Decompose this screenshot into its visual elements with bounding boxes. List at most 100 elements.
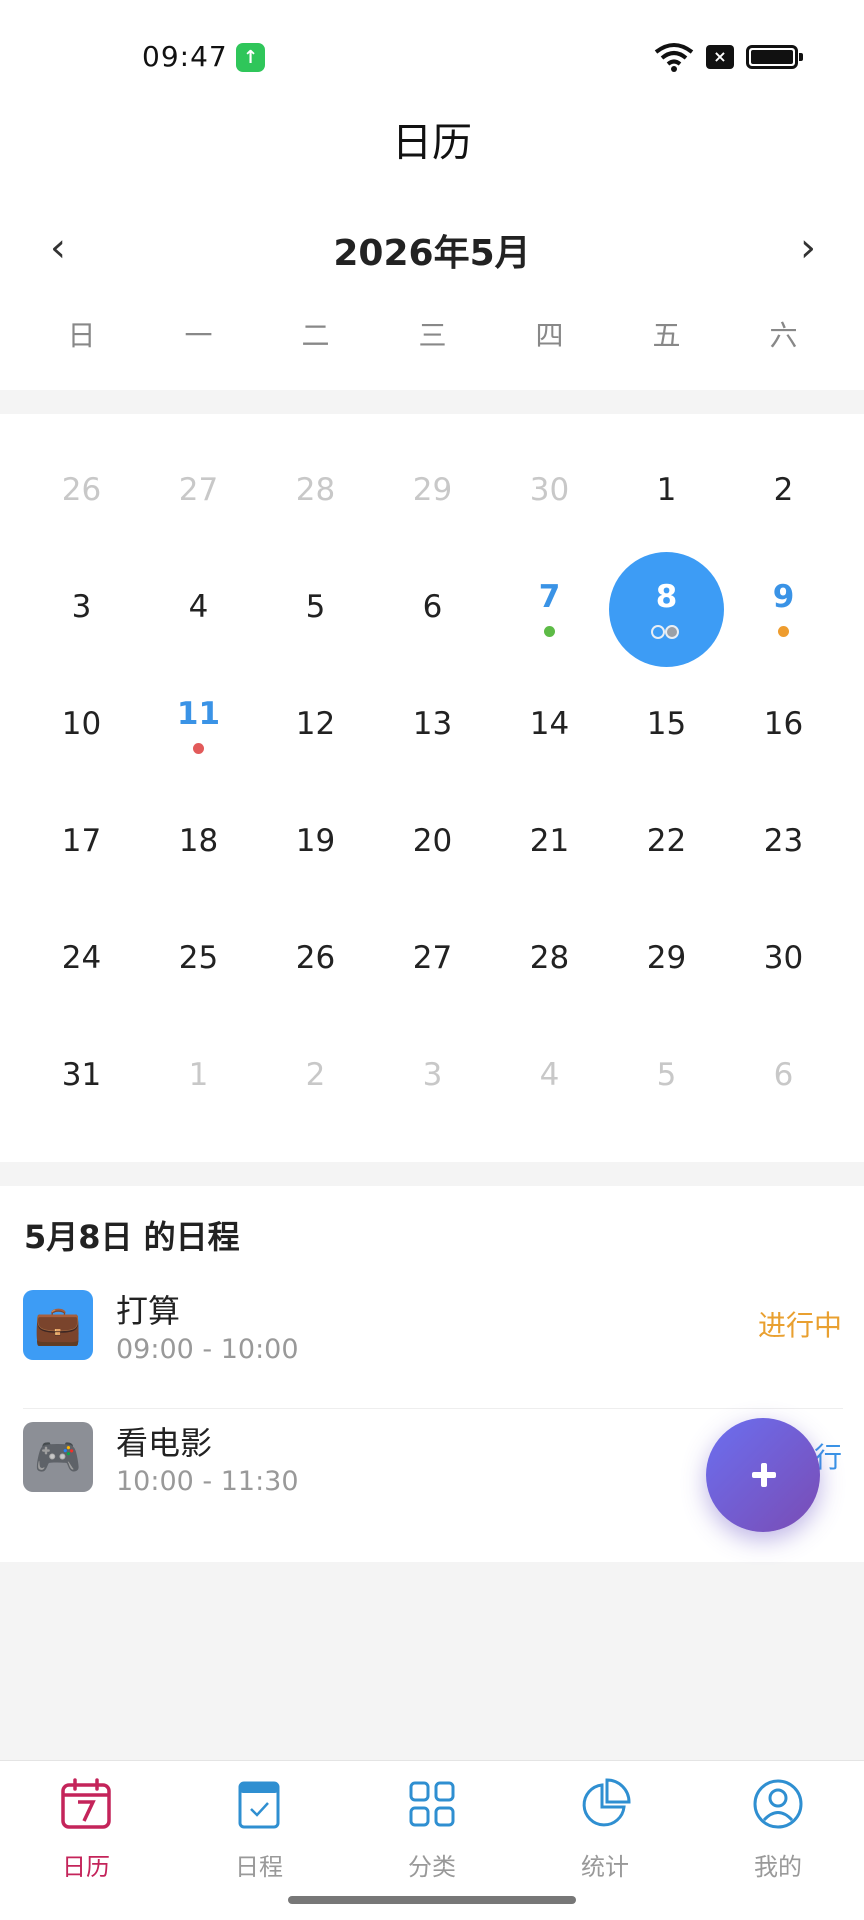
calendar-day[interactable]: 20 <box>374 785 491 902</box>
schedule-title: 5月8日 的日程 <box>24 1218 240 1256</box>
event-dot <box>193 743 204 754</box>
status-bar: 09:47 × <box>0 0 864 110</box>
calendar-day[interactable]: 3 <box>374 1019 491 1136</box>
day-number: 11 <box>176 696 221 732</box>
calendar-day[interactable]: 24 <box>23 902 140 1019</box>
day-number: 18 <box>178 823 219 859</box>
calendar-day[interactable]: 2 <box>257 1019 374 1136</box>
calendar-day[interactable]: 31 <box>23 1019 140 1136</box>
day-number: 16 <box>763 706 804 742</box>
calendar-day[interactable]: 23 <box>725 785 842 902</box>
day-number: 26 <box>295 940 336 976</box>
calendar-day[interactable]: 21 <box>491 785 608 902</box>
event-time: 09:00 - 10:00 <box>116 1334 299 1365</box>
day-number: 28 <box>295 472 336 508</box>
event-dot <box>651 625 665 639</box>
calendar-day[interactable]: 5 <box>257 551 374 668</box>
day-number: 15 <box>646 706 687 742</box>
calendar-day[interactable]: 27 <box>140 434 257 551</box>
calendar-day[interactable]: 15 <box>608 668 725 785</box>
calendar-day[interactable]: 29 <box>608 902 725 1019</box>
event-dot <box>665 625 679 639</box>
calendar-day[interactable]: 1 <box>140 1019 257 1136</box>
day-number: 13 <box>412 706 453 742</box>
upload-app-icon <box>236 43 265 72</box>
tab-profile[interactable]: 我的 <box>718 1777 838 1887</box>
day-number: 29 <box>646 940 687 976</box>
calendar-grid: 26 27 28 29 30 1 2 3 4 5 6 7 8 9 10 11 12 13 14 15 16 17 18 19 2… <box>0 414 864 1162</box>
calendar-day[interactable]: 28 <box>257 434 374 551</box>
calendar-day[interactable]: 26 <box>257 902 374 1019</box>
event-title: 看电影 <box>116 1424 213 1462</box>
game-controller-icon: 🎮 <box>23 1422 93 1492</box>
calendar-day[interactable]: 17 <box>23 785 140 902</box>
calendar-day[interactable]: 7 <box>491 551 608 668</box>
calendar-day[interactable]: 22 <box>608 785 725 902</box>
calendar-week-row: 26 27 28 29 30 1 2 <box>23 434 843 551</box>
calendar-day[interactable]: 4 <box>140 551 257 668</box>
calendar-day[interactable]: 30 <box>491 434 608 551</box>
wifi-icon <box>654 43 694 72</box>
day-number: 5 <box>656 1057 677 1093</box>
day-number: 19 <box>295 823 336 859</box>
day-number: 2 <box>773 472 794 508</box>
briefcase-icon: 💼 <box>23 1290 93 1360</box>
tab-label: 统计 <box>581 1853 629 1881</box>
weekday-label: 二 <box>301 319 330 352</box>
tab-category[interactable]: 分类 <box>372 1777 492 1887</box>
calendar-day[interactable]: 28 <box>491 902 608 1019</box>
calendar-day[interactable]: 19 <box>257 785 374 902</box>
calendar-day[interactable]: 5 <box>608 1019 725 1136</box>
weekday-label: 三 <box>418 319 447 352</box>
calendar-day[interactable]: 29 <box>374 434 491 551</box>
calendar-day[interactable]: 14 <box>491 668 608 785</box>
calendar-day[interactable]: 30 <box>725 902 842 1019</box>
calendar-day[interactable]: 2 <box>725 434 842 551</box>
screen: 09:47 × 日历 ‹ 2026年5月 › 日 一 二 三 四 五 六 262… <box>0 0 864 1920</box>
day-number: 10 <box>61 706 102 742</box>
add-event-button[interactable] <box>706 1418 820 1532</box>
calendar-day[interactable]: 25 <box>140 902 257 1019</box>
calendar-day[interactable]: 26 <box>23 434 140 551</box>
calendar-day[interactable]: 27 <box>374 902 491 1019</box>
event-dots <box>651 625 683 639</box>
tab-label: 分类 <box>408 1853 456 1881</box>
day-number: 28 <box>529 940 570 976</box>
page-title: 日历 <box>392 120 472 166</box>
weekday-label: 六 <box>769 319 798 352</box>
tab-schedule[interactable]: 日程 <box>199 1777 319 1887</box>
tab-label: 我的 <box>754 1853 802 1881</box>
calendar-day[interactable]: 18 <box>140 785 257 902</box>
day-number: 4 <box>539 1057 560 1093</box>
calendar-day[interactable]: 12 <box>257 668 374 785</box>
calendar-day-selected[interactable]: 8 <box>608 551 725 668</box>
calendar-day[interactable]: 13 <box>374 668 491 785</box>
calendar-day[interactable]: 6 <box>374 551 491 668</box>
tab-calendar[interactable]: 日历 <box>26 1777 146 1887</box>
calendar-day[interactable]: 3 <box>23 551 140 668</box>
calendar-day[interactable]: 10 <box>23 668 140 785</box>
day-number: 23 <box>763 823 804 859</box>
event-item[interactable]: 💼 打算 09:00 - 10:00 进行中 <box>0 1266 864 1394</box>
status-time: 09:47 <box>142 40 228 73</box>
weekday-row: 日 一 二 三 四 五 六 <box>23 314 843 364</box>
calendar-day[interactable]: 1 <box>608 434 725 551</box>
tab-statistics[interactable]: 统计 <box>545 1777 665 1887</box>
next-month-button[interactable]: › <box>778 218 838 278</box>
day-number: 24 <box>61 940 102 976</box>
calendar-day[interactable]: 4 <box>491 1019 608 1136</box>
day-number: 4 <box>188 589 209 625</box>
clipboard-icon <box>238 1781 280 1829</box>
calendar-day[interactable]: 9 <box>725 551 842 668</box>
day-number: 30 <box>529 472 570 508</box>
day-number: 26 <box>61 472 102 508</box>
tab-label: 日程 <box>235 1853 283 1881</box>
day-number: 30 <box>763 940 804 976</box>
pie-chart-icon <box>582 1778 631 1827</box>
calendar-day[interactable]: 6 <box>725 1019 842 1136</box>
battery-icon <box>746 45 803 69</box>
calendar-day[interactable]: 11 <box>140 668 257 785</box>
calendar-day[interactable]: 16 <box>725 668 842 785</box>
day-number: 29 <box>412 472 453 508</box>
weekday-label: 一 <box>184 319 213 352</box>
